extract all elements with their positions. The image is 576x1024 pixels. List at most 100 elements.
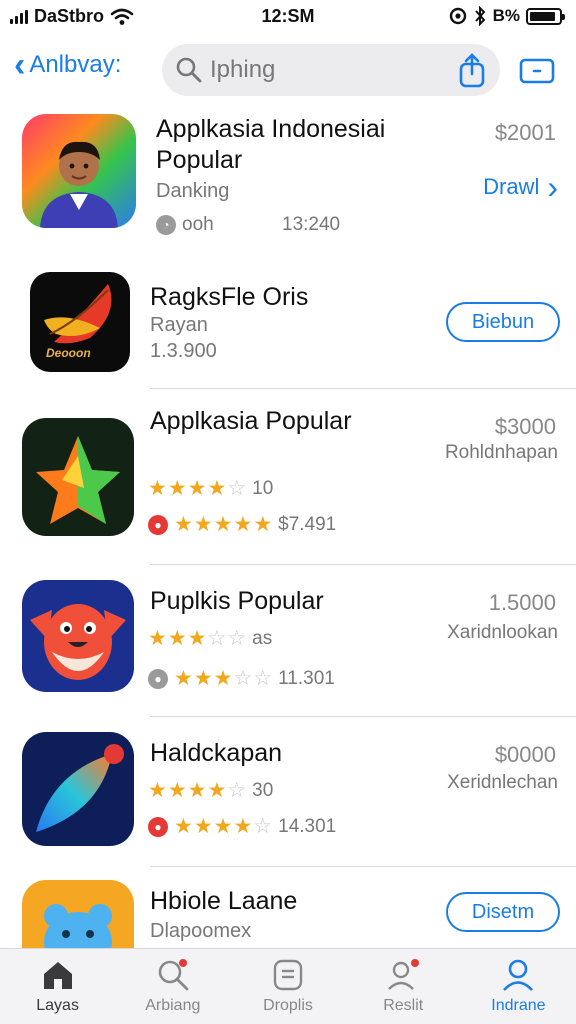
star-icon: ★ xyxy=(233,815,253,838)
search-field[interactable]: Iphing xyxy=(162,44,500,96)
tab-list[interactable]: Droplis xyxy=(230,949,345,1024)
app-title: Puplkis Popular xyxy=(150,587,324,615)
app-rating-bottom: ● ★ ★ ★ ★ ★ $7.491 xyxy=(148,512,336,537)
star-icon: ☆ xyxy=(207,627,227,650)
draw-link[interactable]: Drawl › xyxy=(483,169,558,205)
list-item[interactable]: Haldckapan ★ ★ ★ ★ ☆ 30 ● ★ ★ ★ ★ ☆ 14.301 $0000… xyxy=(0,732,576,862)
chevron-right-icon: › xyxy=(547,169,558,205)
star-icon: ★ xyxy=(207,779,227,802)
app-icon-bird xyxy=(22,580,134,692)
divider xyxy=(150,716,576,717)
app-meta: ◔ ooh xyxy=(156,214,214,236)
star-icon: ☆ xyxy=(233,667,253,690)
record-icon: ● xyxy=(148,514,168,535)
app-title: Applkasia Popular xyxy=(150,407,352,435)
app-version: 1.3.900 xyxy=(150,340,217,362)
app-rating-top: ★ ★ ★ ★ ☆ 30 xyxy=(148,778,273,803)
star-icon: ★ xyxy=(253,513,273,536)
cast-icon[interactable] xyxy=(518,56,556,86)
app-meta-duration: ooh xyxy=(182,214,214,235)
rating-top-label: 30 xyxy=(252,779,274,801)
star-icon: ☆ xyxy=(227,627,247,650)
app-meta-count: 13:240 xyxy=(282,214,341,235)
star-icon: ★ xyxy=(167,627,187,650)
star-icon: ★ xyxy=(167,477,187,500)
star-icon: ★ xyxy=(148,779,167,802)
tab-home[interactable]: Layas xyxy=(0,949,115,1024)
rating-stars: ★ ★ ★ ☆ ☆ xyxy=(148,626,246,651)
app-rating-top: ★ ★ ★ ★ ☆ 10 xyxy=(148,476,273,501)
share-icon[interactable] xyxy=(454,52,490,88)
app-category: Rohldnhapan xyxy=(444,442,558,463)
app-price: $0000 xyxy=(494,742,556,767)
nav-bar: ‹ Anlbvay: Iphing xyxy=(0,40,576,102)
divider xyxy=(150,866,576,867)
rating-stars: ★ ★ ★ ★ ☆ xyxy=(148,778,246,803)
search-input[interactable]: Iphing xyxy=(210,56,275,84)
record-icon: ● xyxy=(148,816,168,837)
tab-search[interactable]: Arbiang xyxy=(115,949,230,1024)
app-icon-star xyxy=(22,418,134,536)
divider xyxy=(150,564,576,565)
chevron-left-icon: ‹ xyxy=(14,46,26,84)
battery-percent: B% xyxy=(492,6,520,25)
tab-label: Droplis xyxy=(263,997,313,1014)
rating-stars: ★ ★ ★ ★ ★ xyxy=(174,512,272,537)
app-price: $3000 xyxy=(494,414,556,439)
app-rating-bottom: ● ★ ★ ★ ☆ ☆ 11.301 xyxy=(148,666,335,691)
star-icon: ★ xyxy=(213,513,233,536)
star-icon: ★ xyxy=(148,477,167,500)
star-icon: ☆ xyxy=(253,815,273,838)
list-icon xyxy=(273,959,303,991)
tab-profile[interactable]: Indrane xyxy=(461,949,576,1024)
battery-icon xyxy=(526,7,565,25)
list-item[interactable]: Deooon RagksFle Oris Rayan 1.3.900 Biebu… xyxy=(0,272,576,388)
star-icon: ★ xyxy=(233,513,253,536)
tab-results[interactable]: Reslit xyxy=(346,949,461,1024)
star-icon: ★ xyxy=(187,477,207,500)
home-icon xyxy=(43,962,72,989)
tab-bar: Layas Arbiang Droplis Reslit Indrane xyxy=(0,948,576,1024)
tab-label: Indrane xyxy=(491,997,546,1014)
star-icon: ★ xyxy=(174,815,193,838)
person-search-icon xyxy=(388,959,420,990)
star-icon: ★ xyxy=(174,513,193,536)
app-price: $2001 xyxy=(494,120,556,145)
person-icon xyxy=(503,959,534,991)
app-title: Hbiole Laane xyxy=(150,887,298,915)
app-icon-person xyxy=(22,114,136,228)
back-button[interactable]: ‹ Anlbvay: xyxy=(14,46,121,84)
star-icon: ★ xyxy=(187,779,207,802)
tab-label: Arbiang xyxy=(145,997,201,1014)
star-icon: ★ xyxy=(193,815,213,838)
get-button[interactable]: Disetm xyxy=(446,892,560,932)
list-item[interactable]: Puplkis Popular ★ ★ ★ ☆ ☆ as ● ★ ★ ★ ☆ ☆ 11.301 … xyxy=(0,580,576,710)
list-item[interactable]: Hbiole Laane Dlapoomex Disetm xyxy=(0,880,576,948)
star-icon: ★ xyxy=(207,477,227,500)
tab-label: Reslit xyxy=(383,997,424,1014)
app-rating-top: ★ ★ ★ ☆ ☆ as xyxy=(148,626,272,651)
star-icon: ☆ xyxy=(227,477,247,500)
app-icon-bear xyxy=(22,880,134,948)
star-icon: ★ xyxy=(213,815,233,838)
list-item[interactable]: Applkasia Popular ★ ★ ★ ★ ☆ 10 ● ★ ★ ★ ★ ★ $7.49… xyxy=(0,406,576,556)
clock-icon: ◔ xyxy=(156,215,176,235)
app-title: RagksFle Oris xyxy=(150,283,309,311)
rating-top-label: as xyxy=(252,627,273,649)
app-title: Haldckapan xyxy=(150,739,283,767)
rating-stars: ★ ★ ★ ☆ ☆ xyxy=(174,666,272,691)
star-icon: ★ xyxy=(167,779,187,802)
app-subtitle: Danking xyxy=(156,180,230,202)
star-icon: ★ xyxy=(193,667,213,690)
get-button[interactable]: Biebun xyxy=(446,302,560,342)
star-icon: ☆ xyxy=(253,667,273,690)
rating-stars: ★ ★ ★ ★ ☆ xyxy=(148,476,246,501)
app-icon-leaf xyxy=(22,732,134,846)
rating-stars: ★ ★ ★ ★ ☆ xyxy=(174,814,272,839)
star-icon: ★ xyxy=(187,627,207,650)
rating-top-label: 10 xyxy=(252,477,274,499)
rating-count: $7.491 xyxy=(278,513,337,535)
location-icon xyxy=(449,7,466,25)
list-item[interactable]: Applkasia Indonesiai Popular Danking ◔ o… xyxy=(0,114,576,248)
rating-count: 11.301 xyxy=(278,667,335,689)
